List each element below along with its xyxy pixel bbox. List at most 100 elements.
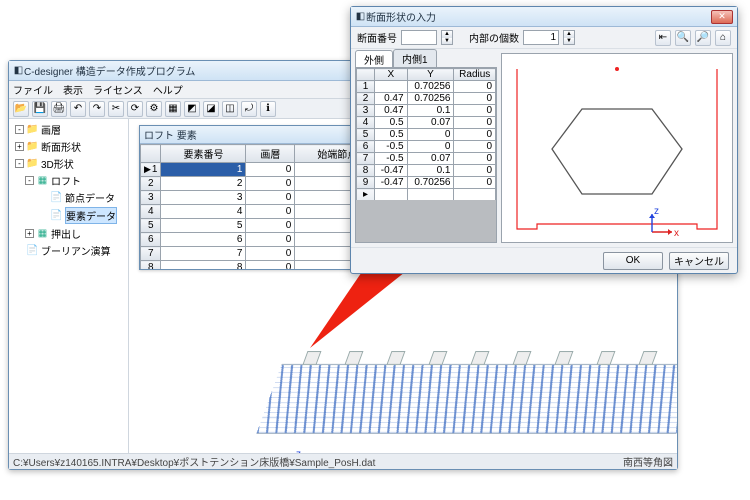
zoom-out-icon[interactable]: 🔍: [675, 30, 691, 46]
tb-undo-icon[interactable]: ↶: [70, 101, 86, 117]
home-icon[interactable]: ⌂: [715, 30, 731, 46]
menu-help[interactable]: ヘルプ: [153, 82, 183, 97]
row-header[interactable]: 4: [141, 205, 161, 219]
tb-refresh-icon[interactable]: ⟳: [127, 101, 143, 117]
tab-inner1[interactable]: 内側1: [393, 49, 437, 67]
section-no-input[interactable]: [401, 30, 437, 45]
tb-view1-icon[interactable]: ◩: [184, 101, 200, 117]
table-cell[interactable]: 0.1: [407, 165, 454, 177]
table-cell[interactable]: 0: [246, 205, 295, 219]
table-cell[interactable]: 7: [161, 247, 246, 261]
tree-item[interactable]: 📄節点データ: [11, 189, 126, 206]
loft-col-header[interactable]: [141, 145, 161, 163]
ok-button[interactable]: OK: [603, 252, 663, 270]
table-cell[interactable]: 0.70256: [407, 177, 454, 189]
tree-item[interactable]: -📁画層: [11, 121, 126, 138]
table-cell[interactable]: 0.47: [375, 105, 407, 117]
tb-redo-icon[interactable]: ↷: [89, 101, 105, 117]
table-cell[interactable]: 3: [161, 191, 246, 205]
row-header[interactable]: 5: [357, 129, 375, 141]
coords-col-header[interactable]: Y: [407, 69, 454, 81]
table-cell[interactable]: 0: [246, 247, 295, 261]
twisty-icon[interactable]: -: [15, 125, 24, 134]
zoom-in-icon[interactable]: 🔎: [695, 30, 711, 46]
table-cell[interactable]: 0: [454, 177, 496, 189]
table-cell[interactable]: [375, 81, 407, 93]
row-header[interactable]: 4: [357, 117, 375, 129]
table-cell[interactable]: 0: [454, 165, 496, 177]
coords-col-header[interactable]: X: [375, 69, 407, 81]
loft-col-header[interactable]: 画層: [246, 145, 295, 163]
table-cell[interactable]: 0.07: [407, 153, 454, 165]
table-cell[interactable]: -0.5: [375, 141, 407, 153]
dialog-titlebar[interactable]: ◧ 断面形状の入力 ✕: [351, 7, 737, 27]
table-cell[interactable]: 6: [161, 233, 246, 247]
table-cell[interactable]: -0.47: [375, 165, 407, 177]
tab-outer[interactable]: 外側: [355, 50, 393, 68]
table-cell[interactable]: 5: [161, 219, 246, 233]
tb-grid-icon[interactable]: ▦: [165, 101, 181, 117]
tb-cube-icon[interactable]: ◫: [222, 101, 238, 117]
table-cell[interactable]: 0: [246, 261, 295, 270]
table-cell[interactable]: 0.5: [375, 117, 407, 129]
table-cell[interactable]: 0: [246, 219, 295, 233]
row-header[interactable]: 7: [141, 247, 161, 261]
row-header[interactable]: 6: [357, 141, 375, 153]
section-preview-canvas[interactable]: x z: [501, 53, 733, 243]
tree-item[interactable]: -▦ロフト: [11, 172, 126, 189]
table-cell[interactable]: 0: [246, 163, 295, 177]
table-row[interactable]: 40.50.070: [357, 117, 496, 129]
twisty-icon[interactable]: +: [15, 142, 24, 151]
row-header[interactable]: 2: [141, 177, 161, 191]
table-cell[interactable]: 0: [246, 191, 295, 205]
table-cell[interactable]: 2: [161, 177, 246, 191]
table-row[interactable]: 1 0.702560: [357, 81, 496, 93]
section-no-spinner[interactable]: ▲▼: [441, 30, 453, 45]
tree-view[interactable]: -📁画層+📁断面形状-📁3D形状-▦ロフト📄節点データ📄要素データ+▦押出し📄ブ…: [9, 121, 128, 259]
row-header[interactable]: 6: [141, 233, 161, 247]
table-row[interactable]: 30.470.10: [357, 105, 496, 117]
table-cell[interactable]: -0.47: [375, 177, 407, 189]
table-cell[interactable]: 8: [161, 261, 246, 270]
section-coords-table[interactable]: XYRadius10.70256020.470.70256030.470.104…: [356, 68, 496, 212]
tb-save-icon[interactable]: 💾: [32, 101, 48, 117]
tb-print-icon[interactable]: 🖨: [51, 101, 67, 117]
row-header[interactable]: 2: [357, 93, 375, 105]
row-header[interactable]: 3: [357, 105, 375, 117]
table-cell[interactable]: 0: [454, 153, 496, 165]
tb-rotate-icon[interactable]: ⤾: [241, 101, 257, 117]
table-cell[interactable]: 0: [407, 129, 454, 141]
tree-item[interactable]: 📄要素データ: [11, 206, 126, 225]
table-cell[interactable]: 0: [246, 177, 295, 191]
seek-first-icon[interactable]: ⇤: [655, 30, 671, 46]
twisty-icon[interactable]: -: [15, 159, 24, 168]
row-header[interactable]: 3: [141, 191, 161, 205]
table-row[interactable]: 6-0.500: [357, 141, 496, 153]
table-cell[interactable]: 0.70256: [407, 81, 454, 93]
table-row[interactable]: 50.500: [357, 129, 496, 141]
tb-view2-icon[interactable]: ◪: [203, 101, 219, 117]
table-cell[interactable]: 0.5: [375, 129, 407, 141]
twisty-icon[interactable]: +: [25, 229, 34, 238]
menu-file[interactable]: ファイル: [13, 82, 53, 97]
row-header[interactable]: 1: [357, 81, 375, 93]
tree-item[interactable]: -📁3D形状: [11, 155, 126, 172]
table-row[interactable]: 7-0.50.070: [357, 153, 496, 165]
row-header[interactable]: 5: [141, 219, 161, 233]
loft-col-header[interactable]: 要素番号: [161, 145, 246, 163]
row-header[interactable]: ▶1: [141, 163, 161, 177]
table-cell[interactable]: 0.70256: [407, 93, 454, 105]
table-cell[interactable]: 0: [454, 129, 496, 141]
table-cell[interactable]: 0: [246, 233, 295, 247]
tree-item[interactable]: +📁断面形状: [11, 138, 126, 155]
cancel-button[interactable]: キャンセル: [669, 252, 729, 270]
table-cell[interactable]: 0: [454, 117, 496, 129]
table-cell[interactable]: 0.07: [407, 117, 454, 129]
table-cell[interactable]: 4: [161, 205, 246, 219]
viewport-3d[interactable]: x y z: [129, 274, 677, 453]
row-header[interactable]: 8: [141, 261, 161, 270]
tb-settings-icon[interactable]: ⚙: [146, 101, 162, 117]
coords-col-header[interactable]: [357, 69, 375, 81]
table-cell[interactable]: 0: [454, 81, 496, 93]
table-cell[interactable]: 0.47: [375, 93, 407, 105]
